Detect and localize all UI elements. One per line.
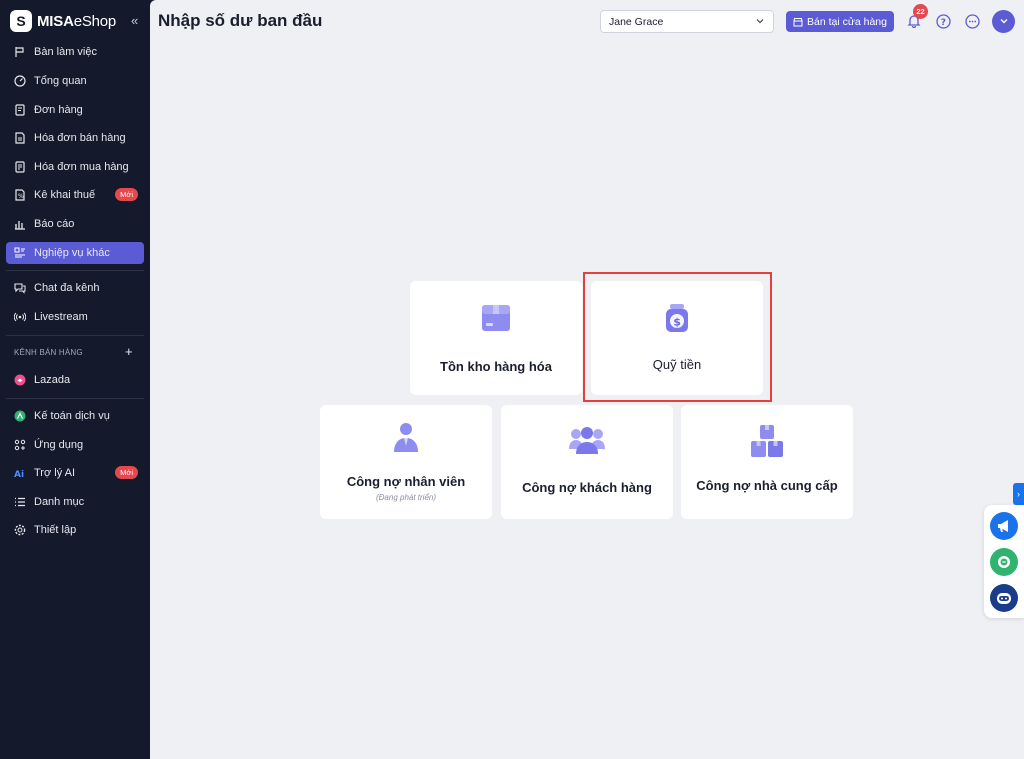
svg-text:Ai: Ai: [14, 470, 24, 479]
other-ops-icon: [14, 247, 26, 259]
card-title: Công nợ nhà cung cấp: [696, 478, 838, 493]
sales-channel-section-label: KÊNH BÁN HÀNG: [14, 348, 83, 357]
notification-count-badge: 22: [913, 4, 928, 19]
sidebar-item-ung-dung[interactable]: Ứng dụng: [6, 434, 144, 456]
card-title: Tồn kho hàng hóa: [440, 359, 552, 374]
report-icon: [14, 218, 26, 230]
customers-icon: [569, 425, 605, 460]
megaphone-icon[interactable]: [990, 512, 1018, 540]
brand-logo[interactable]: S MISAeShop: [10, 9, 116, 33]
sidebar-item-label: Báo cáo: [34, 218, 75, 230]
sell-at-store-label: Bán tại cửa hàng: [806, 15, 887, 28]
chevron-down-icon: [755, 16, 765, 29]
sidebar-divider: [6, 398, 144, 399]
page-title: Nhập số dư ban đầu: [158, 11, 323, 30]
sidebar-item-label: Nghiệp vụ khác: [34, 247, 110, 259]
purchase-invoice-icon: [14, 161, 26, 173]
svg-text:?: ?: [940, 18, 945, 28]
lazada-icon: [14, 374, 26, 386]
sidebar-item-livestream[interactable]: Livestream: [6, 306, 144, 328]
tax-icon: %: [14, 189, 26, 201]
sidebar-item-label: Trợ lý AI: [34, 467, 76, 479]
sidebar-item-hoa-don-ban-hang[interactable]: Hóa đơn bán hàng: [6, 127, 144, 149]
expand-panel-button[interactable]: ›: [1013, 483, 1024, 505]
ai-bot-icon[interactable]: [990, 584, 1018, 612]
sidebar-item-lazada[interactable]: Lazada: [6, 369, 144, 391]
accounting-icon: [14, 410, 26, 422]
sidebar-item-label: Kế toán dịch vụ: [34, 410, 110, 422]
sidebar-item-nghiep-vu-khac[interactable]: Nghiệp vụ khác: [6, 242, 144, 264]
sidebar-item-ban-lam-viec[interactable]: Bàn làm việc: [6, 41, 144, 63]
sidebar-item-label: Chat đa kênh: [34, 282, 100, 294]
sidebar-divider: [6, 335, 144, 336]
chevron-down-icon: [999, 13, 1009, 31]
order-icon: [14, 104, 26, 116]
sidebar-item-tro-ly-ai[interactable]: Ai Trợ lý AI Mới: [6, 462, 144, 484]
card-title: Công nợ nhân viên: [346, 474, 466, 489]
sidebar-item-tong-quan[interactable]: Tổng quan: [6, 70, 144, 92]
sidebar-item-hoa-don-mua-hang[interactable]: Hóa đơn mua hàng: [6, 156, 144, 178]
sidebar-item-thiet-lap[interactable]: Thiết lập: [6, 519, 144, 541]
list-icon: [14, 496, 26, 508]
sidebar-item-ke-khai-thue[interactable]: % Kê khai thuế Mới: [6, 184, 144, 206]
card-supplier-debt[interactable]: Công nợ nhà cung cấp: [681, 405, 853, 519]
chat-support-icon[interactable]: [990, 548, 1018, 576]
selection-highlight: [583, 272, 772, 402]
card-subtitle: (Đang phát triển): [375, 493, 437, 502]
brand-name: MISAeShop: [37, 12, 117, 30]
misa-logo-icon: S: [10, 10, 32, 32]
apps-icon: [14, 439, 26, 451]
chat-icon: [14, 282, 26, 294]
dashboard-icon: [14, 75, 26, 87]
desk-icon: [14, 46, 26, 58]
sidebar-item-don-hang[interactable]: Đơn hàng: [6, 99, 144, 121]
sidebar-item-label: Hóa đơn bán hàng: [34, 132, 126, 144]
sidebar-item-label: Kê khai thuế: [34, 189, 96, 201]
sidebar-item-label: Tổng quan: [34, 75, 87, 87]
store-select-value: Jane Grace: [609, 15, 664, 28]
sidebar-item-label: Ứng dụng: [34, 439, 84, 451]
supplier-boxes-icon: [750, 425, 784, 464]
card-employee-debt[interactable]: Công nợ nhân viên (Đang phát triển): [320, 405, 492, 519]
livestream-icon: [14, 311, 26, 323]
ai-icon: Ai: [14, 467, 26, 479]
sales-invoice-icon: [14, 132, 26, 144]
store-icon: [793, 17, 803, 27]
help-icon[interactable]: ?: [934, 12, 952, 30]
sidebar-item-label: Đơn hàng: [34, 104, 83, 116]
sidebar-item-label: Danh mục: [34, 496, 85, 508]
sidebar-item-danh-muc[interactable]: Danh mục: [6, 491, 144, 513]
sidebar-item-chat-da-kenh[interactable]: Chat đa kênh: [6, 277, 144, 299]
new-badge: Mới: [115, 466, 138, 479]
new-badge: Mới: [115, 188, 138, 201]
sidebar-divider: [6, 270, 144, 271]
card-customer-debt[interactable]: Công nợ khách hàng: [501, 405, 673, 519]
account-menu-button[interactable]: [992, 10, 1015, 33]
add-sales-channel-button[interactable]: +: [125, 344, 133, 359]
card-inventory[interactable]: Tồn kho hàng hóa: [410, 281, 582, 395]
sidebar-item-label: Bàn làm việc: [34, 46, 97, 58]
more-options-icon[interactable]: [963, 12, 981, 30]
sidebar-item-ke-toan-dich-vu[interactable]: Kế toán dịch vụ: [6, 405, 144, 427]
svg-text:%: %: [18, 193, 24, 200]
sidebar-item-label: Lazada: [34, 374, 71, 386]
sidebar-item-label: Thiết lập: [34, 524, 77, 536]
sidebar: S MISAeShop « Bàn làm việc Tổng quan Đơn…: [0, 0, 150, 759]
sell-at-store-button[interactable]: Bán tại cửa hàng: [786, 11, 894, 32]
inventory-box-icon: [480, 302, 512, 339]
store-select[interactable]: Jane Grace: [600, 10, 774, 33]
sidebar-item-bao-cao[interactable]: Báo cáo: [6, 213, 144, 235]
card-title: Công nợ khách hàng: [522, 480, 652, 495]
employee-icon: [392, 421, 420, 458]
settings-icon: [14, 524, 26, 536]
sidebar-item-label: Hóa đơn mua hàng: [34, 161, 129, 173]
sidebar-item-label: Livestream: [34, 311, 88, 323]
collapse-sidebar-button[interactable]: «: [131, 13, 138, 28]
